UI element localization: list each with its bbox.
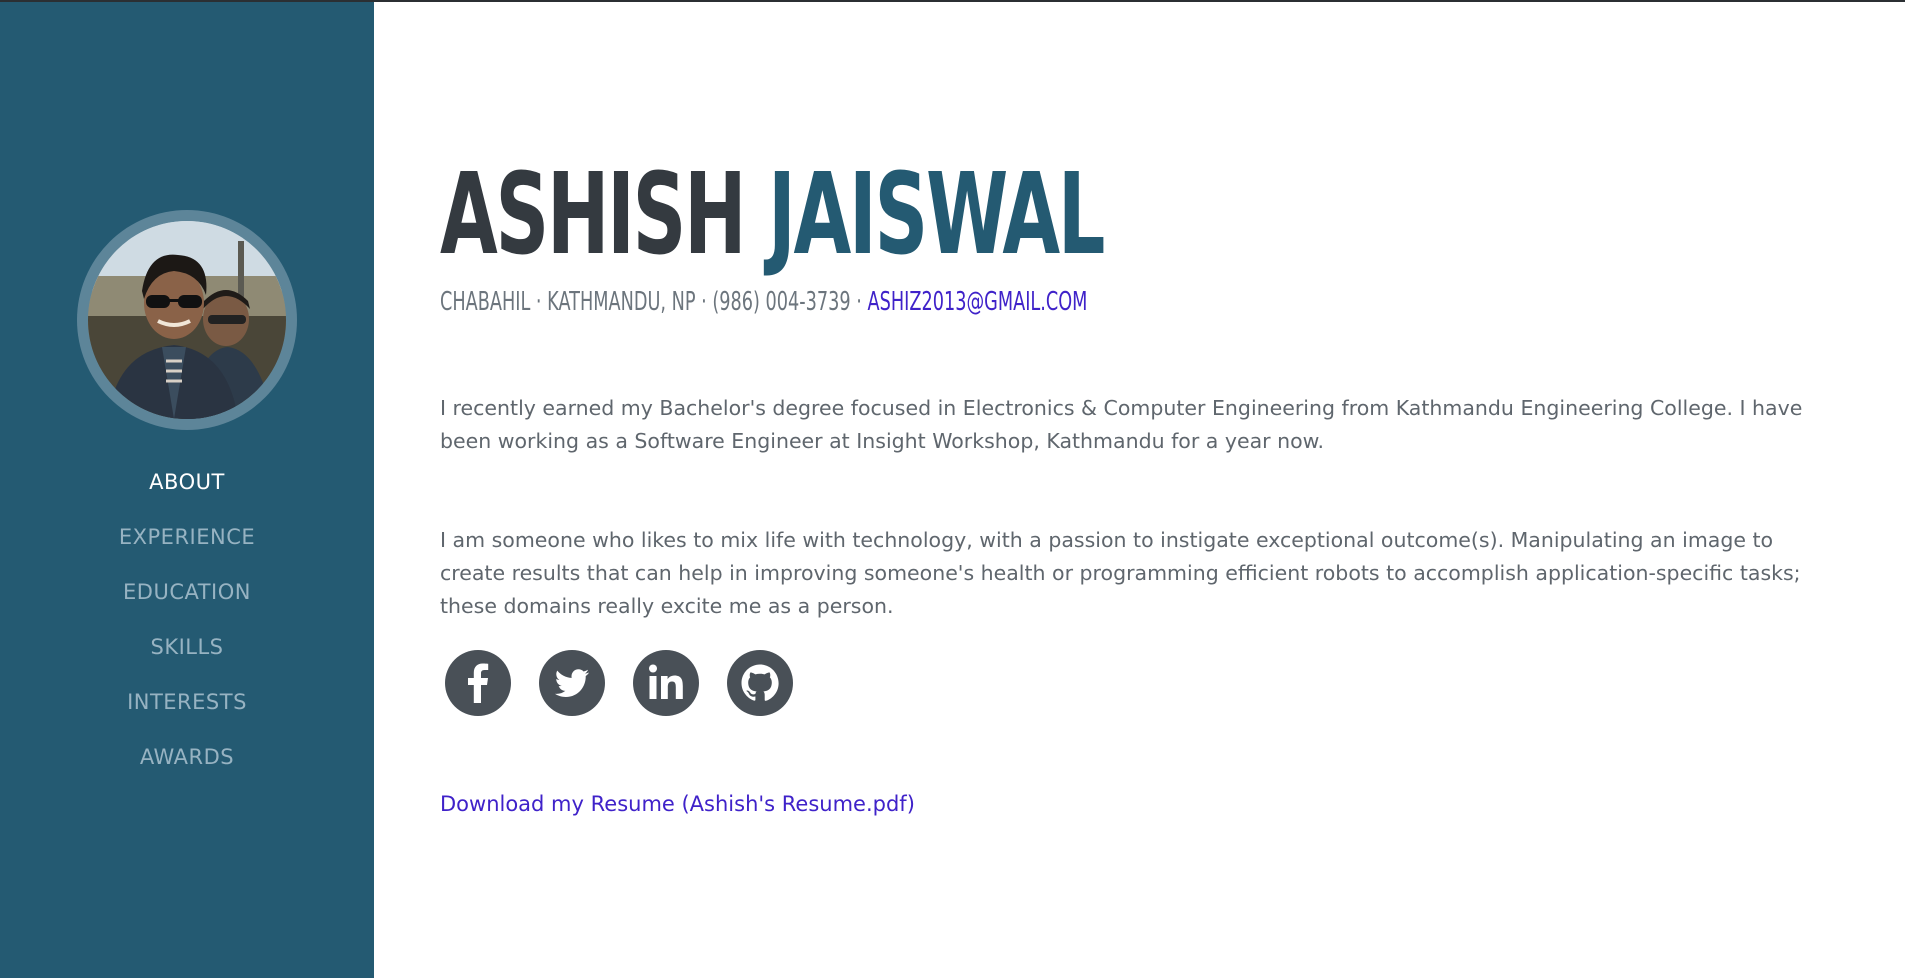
facebook-icon[interactable] — [445, 650, 511, 716]
linkedin-icon[interactable] — [633, 650, 699, 716]
nav-item-experience[interactable]: EXPERIENCE — [0, 515, 374, 570]
sidebar-nav: ABOUT EXPERIENCE EDUCATION SKILLS INTERE… — [0, 460, 374, 790]
github-icon[interactable] — [727, 650, 793, 716]
twitter-icon[interactable] — [539, 650, 605, 716]
about-paragraph-1: I recently earned my Bachelor's degree f… — [440, 396, 1803, 453]
profile-photo — [88, 221, 286, 419]
page-title: ASHISH JAISWAL — [440, 150, 1105, 280]
avatar — [77, 210, 297, 430]
contact-info: CHABAHIL · KATHMANDU, NP · (986) 004-373… — [440, 285, 1087, 319]
last-name: JAISWAL — [768, 150, 1105, 280]
first-name: ASHISH — [440, 150, 747, 280]
profile-photo-illustration — [88, 221, 286, 419]
nav-item-education[interactable]: EDUCATION — [0, 570, 374, 625]
email-link[interactable]: ASHIZ2013@GMAIL.COM — [868, 287, 1088, 317]
nav-item-interests[interactable]: INTERESTS — [0, 680, 374, 735]
about-paragraph-2: I am someone who likes to mix life with … — [440, 528, 1801, 618]
location-phone: CHABAHIL · KATHMANDU, NP · (986) 004-373… — [440, 287, 862, 317]
sidebar: ABOUT EXPERIENCE EDUCATION SKILLS INTERE… — [0, 2, 374, 978]
nav-item-skills[interactable]: SKILLS — [0, 625, 374, 680]
nav-item-about[interactable]: ABOUT — [0, 460, 374, 515]
resume-download-link[interactable]: Download my Resume (Ashish's Resume.pdf) — [440, 788, 915, 820]
nav-item-awards[interactable]: AWARDS — [0, 735, 374, 790]
social-icons — [445, 650, 821, 716]
